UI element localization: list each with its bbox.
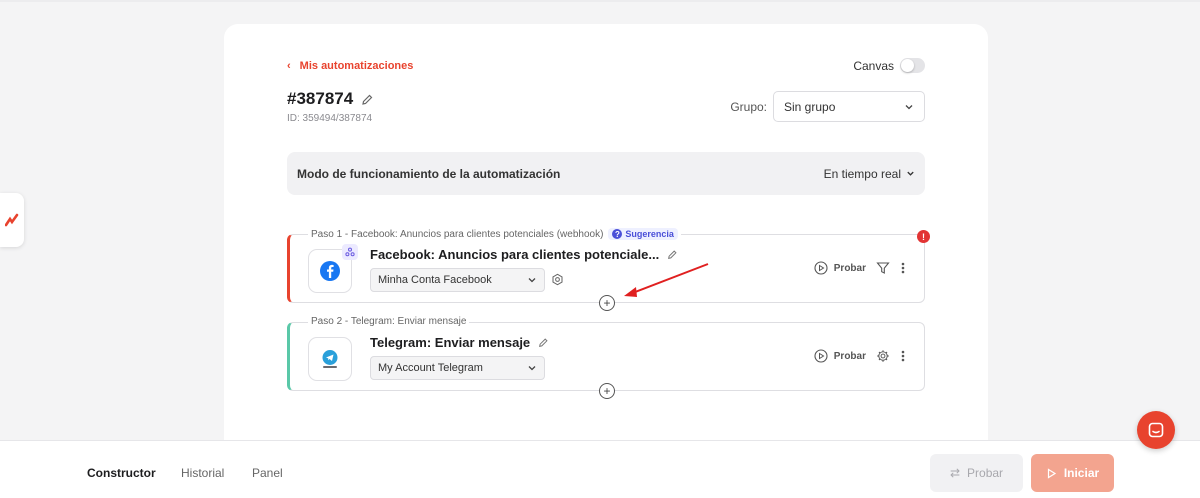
- group-value: Sin grupo: [784, 99, 836, 114]
- step-1-test-label: Probar: [833, 262, 866, 274]
- brand-logo-icon: [5, 213, 19, 227]
- group-label: Grupo:: [730, 99, 767, 114]
- more-options-icon[interactable]: [900, 261, 906, 275]
- chevron-down-icon: [528, 278, 536, 283]
- chevron-down-icon: [528, 366, 536, 371]
- chevron-left-icon: ‹: [287, 60, 291, 72]
- add-step-button[interactable]: +: [599, 383, 615, 399]
- top-divider: [0, 0, 1200, 2]
- edit-pencil-icon[interactable]: [667, 249, 678, 260]
- group-select[interactable]: Sin grupo: [773, 91, 925, 122]
- step-2-test-button[interactable]: Probar: [814, 349, 866, 363]
- back-link-label: Mis automatizaciones: [299, 60, 414, 72]
- play-circle-icon: [814, 349, 828, 363]
- mode-dropdown[interactable]: En tiempo real: [824, 167, 915, 181]
- step-1-caption-text: Paso 1 - Facebook: Anuncios para cliente…: [311, 228, 604, 240]
- step-2-account-select[interactable]: My Account Telegram: [370, 356, 545, 380]
- question-icon: ?: [612, 229, 623, 239]
- play-icon: [1047, 467, 1056, 479]
- step-2-title: Telegram: Enviar mensaje: [370, 335, 549, 350]
- test-button-label: Probar: [967, 466, 1004, 480]
- mode-label: Modo de funcionamiento de la automatizac…: [297, 166, 561, 181]
- group-selector: Grupo: Sin grupo: [730, 91, 925, 122]
- facebook-icon: [320, 261, 340, 281]
- add-step-button[interactable]: +: [599, 295, 615, 311]
- step-2-title-text: Telegram: Enviar mensaje: [370, 335, 531, 350]
- start-button[interactable]: Iniciar: [1031, 454, 1114, 492]
- facebook-app-icon: [308, 244, 358, 293]
- alert-icon[interactable]: !: [917, 230, 930, 243]
- chevron-down-icon: [905, 104, 913, 109]
- start-button-label: Iniciar: [1063, 466, 1100, 480]
- swap-arrows-icon: ⇄: [949, 466, 961, 480]
- mode-value: En tiempo real: [823, 166, 901, 181]
- step-1-test-button[interactable]: Probar: [814, 261, 866, 275]
- step-1-title-text: Facebook: Anuncios para clientes potenci…: [370, 247, 660, 262]
- filter-icon[interactable]: [876, 261, 890, 275]
- step-2-caption-text: Paso 2 - Telegram: Enviar mensaje: [311, 316, 467, 327]
- support-chat-button[interactable]: [1137, 411, 1175, 449]
- account-settings-icon[interactable]: [550, 272, 565, 287]
- suggestion-badge[interactable]: ? Sugerencia: [608, 228, 678, 240]
- telegram-icon: [322, 350, 338, 368]
- canvas-label: Canvas: [853, 58, 894, 73]
- step-1-account-select[interactable]: Minha Conta Facebook: [370, 268, 545, 292]
- tab-panel[interactable]: Panel: [252, 466, 283, 480]
- canvas-toggle[interactable]: [900, 58, 925, 73]
- step-2-card[interactable]: Paso 2 - Telegram: Enviar mensaje Telegr…: [287, 316, 925, 399]
- step-2-caption: Paso 2 - Telegram: Enviar mensaje: [308, 316, 470, 327]
- play-circle-icon: [814, 261, 828, 275]
- webhook-icon: [342, 244, 358, 260]
- automation-card: ‹ Mis automatizaciones Canvas #387874 ID…: [224, 24, 988, 464]
- tab-constructor[interactable]: Constructor: [87, 466, 156, 480]
- edit-pencil-icon[interactable]: [361, 93, 374, 106]
- page-title: #387874: [287, 89, 374, 109]
- footer-bar: Constructor Historial Panel ⇄ Probar Ini…: [0, 440, 1200, 498]
- back-link[interactable]: ‹ Mis automatizaciones: [287, 60, 413, 72]
- telegram-app-icon: [308, 337, 352, 381]
- more-options-icon[interactable]: [900, 349, 906, 363]
- suggestion-label: Sugerencia: [625, 229, 674, 239]
- edit-pencil-icon[interactable]: [538, 337, 549, 348]
- automation-title: #387874: [287, 89, 354, 108]
- step-1-caption: Paso 1 - Facebook: Anuncios para cliente…: [308, 228, 681, 240]
- chat-icon: [1148, 422, 1164, 438]
- side-panel-tab[interactable]: [0, 193, 24, 247]
- step-1-account-value: Minha Conta Facebook: [378, 274, 492, 286]
- canvas-toggle-group: Canvas: [853, 58, 925, 73]
- tab-historial[interactable]: Historial: [181, 466, 224, 480]
- step-1-card[interactable]: Paso 1 - Facebook: Anuncios para cliente…: [287, 228, 930, 311]
- test-button[interactable]: ⇄ Probar: [930, 454, 1023, 492]
- step-2-account-value: My Account Telegram: [378, 362, 483, 374]
- step-1-title: Facebook: Anuncios para clientes potenci…: [370, 247, 678, 262]
- gear-icon[interactable]: [876, 349, 890, 363]
- step-2-test-label: Probar: [833, 350, 866, 362]
- step-2-actions: Probar: [814, 349, 906, 363]
- step-1-actions: Probar: [814, 261, 906, 275]
- mode-bar[interactable]: Modo de funcionamiento de la automatizac…: [287, 152, 925, 195]
- automation-id: ID: 359494/387874: [287, 113, 373, 124]
- chevron-down-icon: [907, 171, 914, 176]
